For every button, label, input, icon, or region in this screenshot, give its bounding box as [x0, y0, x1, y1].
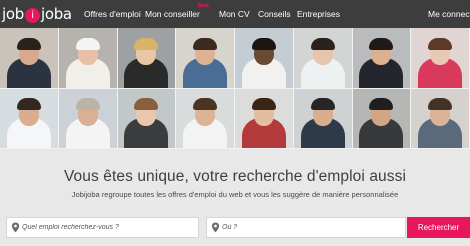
location-search-input[interactable] — [222, 220, 402, 235]
portrait-photo — [411, 28, 470, 89]
portrait-hair — [428, 98, 453, 111]
location-pin-icon — [11, 222, 20, 233]
portrait-hair — [75, 37, 100, 50]
nav-mon-cv[interactable]: Mon CV — [219, 9, 250, 19]
portrait-photo — [117, 28, 177, 89]
portrait-photo — [58, 28, 118, 89]
portrait-photo — [117, 88, 177, 149]
portrait-hair — [134, 98, 159, 111]
portrait-hair — [310, 98, 335, 111]
portrait-photo — [352, 28, 412, 89]
portrait-hair — [310, 37, 335, 50]
portrait-hair — [193, 37, 218, 50]
nav-conseils[interactable]: Conseils — [258, 9, 291, 19]
portrait-photo — [293, 28, 353, 89]
hero-subline: Jobijoba regroupe toutes les offres d'em… — [71, 190, 399, 199]
logo-text-right: joba — [40, 5, 72, 23]
portrait-hair — [16, 37, 41, 50]
logo-text-left: job — [2, 5, 24, 23]
portrait-mosaic — [0, 28, 470, 149]
portrait-photo — [293, 88, 353, 149]
top-navigation-bar: job i joba Offres d'emploi Mon conseille… — [0, 0, 470, 28]
portrait-photo — [235, 88, 294, 149]
portrait-photo — [176, 28, 235, 89]
hero-headline: Vous êtes unique, votre recherche d'empl… — [63, 168, 407, 185]
portrait-hair — [251, 37, 276, 50]
portrait-hair — [428, 37, 453, 50]
portrait-hair — [251, 98, 276, 111]
nav-offres-emploi[interactable]: Offres d'emploi — [84, 9, 141, 19]
portrait-photo — [235, 28, 294, 89]
portrait-hair — [134, 37, 159, 50]
nav-mon-conseiller[interactable]: Mon conseiller — [145, 9, 200, 19]
portrait-hair — [369, 37, 394, 50]
portrait-hair — [16, 98, 41, 111]
location-pin-icon — [211, 222, 220, 233]
portrait-photo — [0, 28, 59, 89]
location-search-field[interactable] — [206, 217, 406, 238]
job-search-field[interactable] — [6, 217, 199, 238]
jobijoba-logo[interactable]: job i joba — [2, 4, 72, 24]
portrait-photo — [352, 88, 412, 149]
nav-entreprises[interactable]: Entreprises — [297, 9, 340, 19]
portrait-hair — [193, 98, 218, 111]
beta-badge: Beta — [198, 3, 209, 9]
portrait-hair — [75, 98, 100, 111]
logo-mark-icon: i — [24, 7, 40, 23]
portrait-photo — [176, 88, 235, 149]
login-link[interactable]: Me connect — [428, 9, 470, 19]
search-button[interactable]: Rechercher — [407, 217, 470, 238]
portrait-photo — [0, 88, 59, 149]
portrait-photo — [411, 88, 470, 149]
job-search-input[interactable] — [22, 220, 194, 235]
portrait-photo — [58, 88, 118, 149]
portrait-hair — [369, 98, 394, 111]
